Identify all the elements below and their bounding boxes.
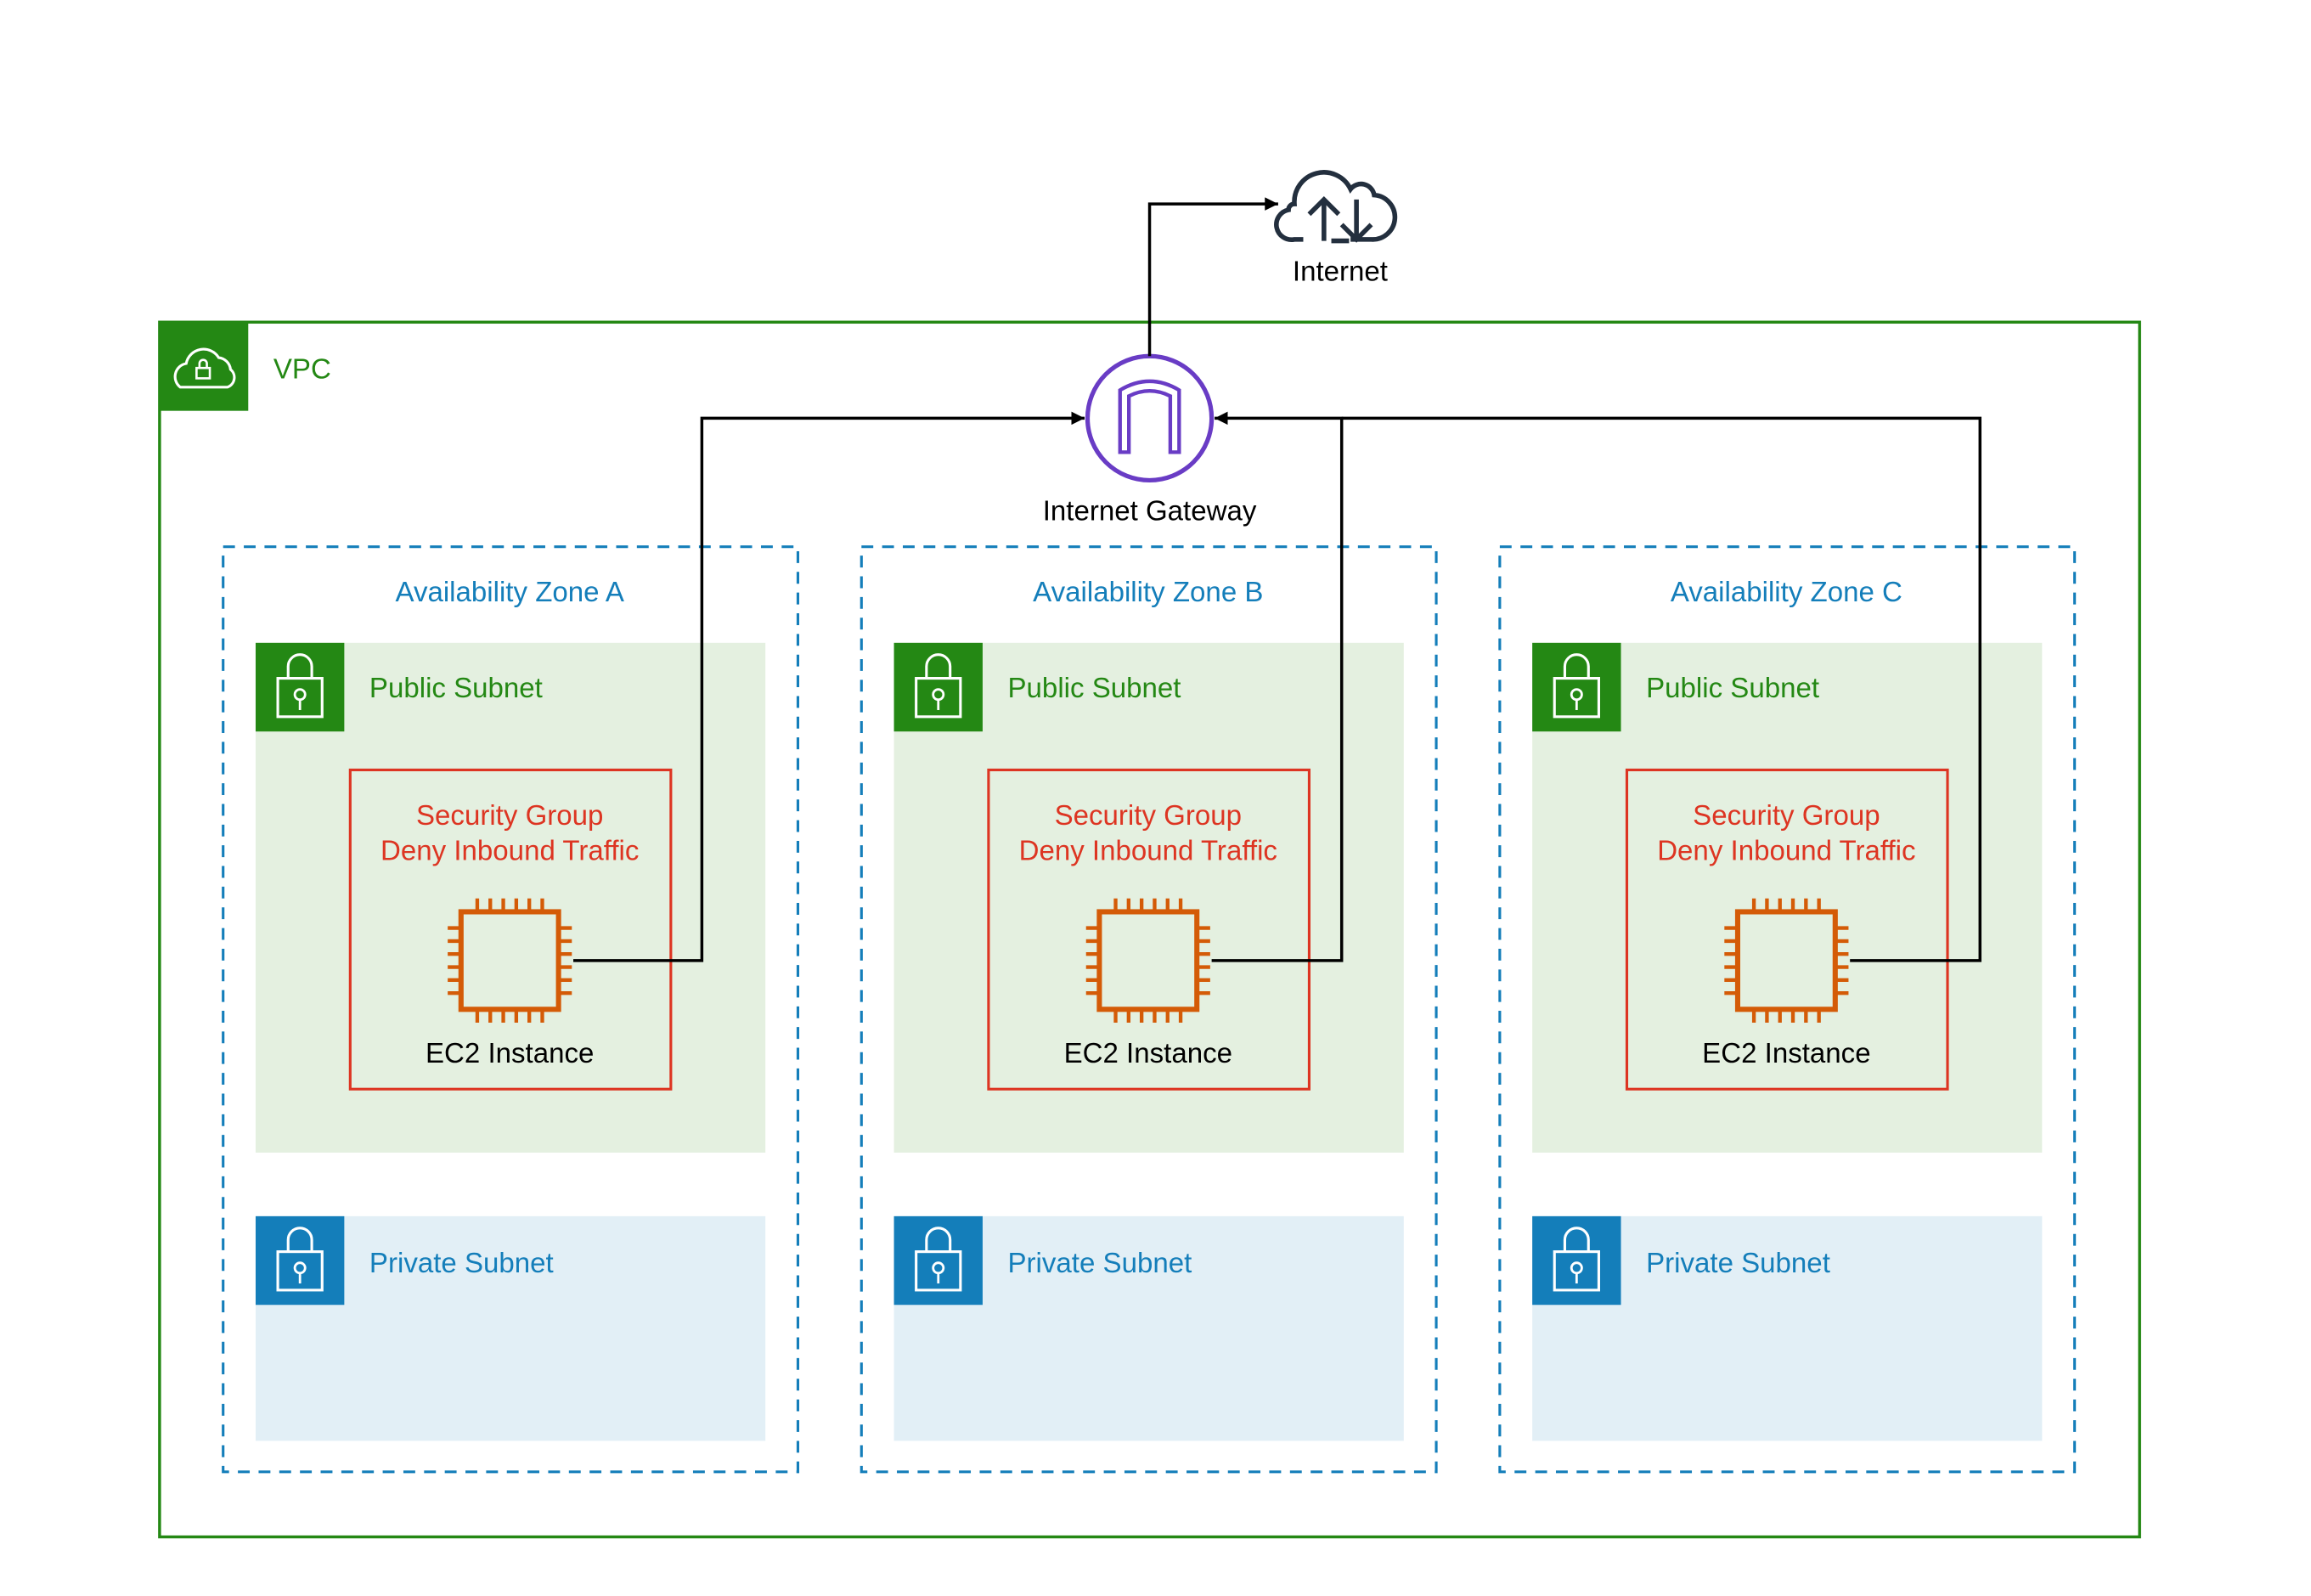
cloud-upload-download-icon (1274, 170, 1398, 244)
lock-icon (1532, 1215, 1621, 1306)
public-subnet-label: Public Subnet (369, 673, 543, 704)
aws-vpc-diagram: VPC Internet Internet Gateway Availabili… (158, 170, 2141, 1539)
public-subnet-label: Public Subnet (1646, 673, 1819, 704)
ec2-instance-label: EC2 Instance (426, 1038, 594, 1069)
availability-zone-label: Availability Zone C (1671, 577, 1902, 608)
security-group-label: Security Group (1693, 800, 1880, 832)
security-group-rule: Deny Inbound Traffic (380, 836, 639, 867)
lock-icon (893, 1215, 983, 1306)
cloud-lock-icon (159, 322, 249, 411)
vpc-label: VPC (273, 353, 331, 385)
private-subnet-label: Private Subnet (1646, 1248, 1830, 1279)
availability-zone-b: Availability Zone B Public Subnet Security… (860, 545, 1438, 1474)
security-group-label: Security Group (416, 800, 603, 832)
security-group-rule: Deny Inbound Traffic (1657, 836, 1915, 867)
private-subnet-label: Private Subnet (369, 1248, 554, 1279)
lock-icon (255, 1215, 345, 1306)
internet-gateway-node: Internet Gateway (1043, 353, 1257, 527)
public-subnet-label: Public Subnet (1008, 673, 1181, 704)
connector-gateway-to-internet (1147, 197, 1278, 357)
lock-icon (255, 642, 345, 732)
availability-zone-c: Availability Zone C Public Subnet Security… (1498, 545, 2077, 1474)
internet-gateway-icon (1085, 353, 1215, 483)
lock-icon (893, 642, 983, 732)
availability-zone-label: Availability Zone A (396, 577, 624, 608)
internet-label: Internet (1293, 257, 1388, 288)
private-subnet-label: Private Subnet (1008, 1248, 1192, 1279)
availability-zone-a: Availability Zone A Public Subnet Security… (222, 545, 800, 1474)
ec2-instance-label: EC2 Instance (1702, 1038, 1870, 1069)
availability-zone-label: Availability Zone B (1033, 577, 1263, 608)
ec2-instance-label: EC2 Instance (1064, 1038, 1232, 1069)
internet-node: Internet (1274, 170, 1398, 288)
internet-gateway-label: Internet Gateway (1043, 495, 1257, 527)
security-group-label: Security Group (1055, 800, 1242, 832)
security-group-rule: Deny Inbound Traffic (1019, 836, 1277, 867)
lock-icon (1532, 642, 1621, 732)
